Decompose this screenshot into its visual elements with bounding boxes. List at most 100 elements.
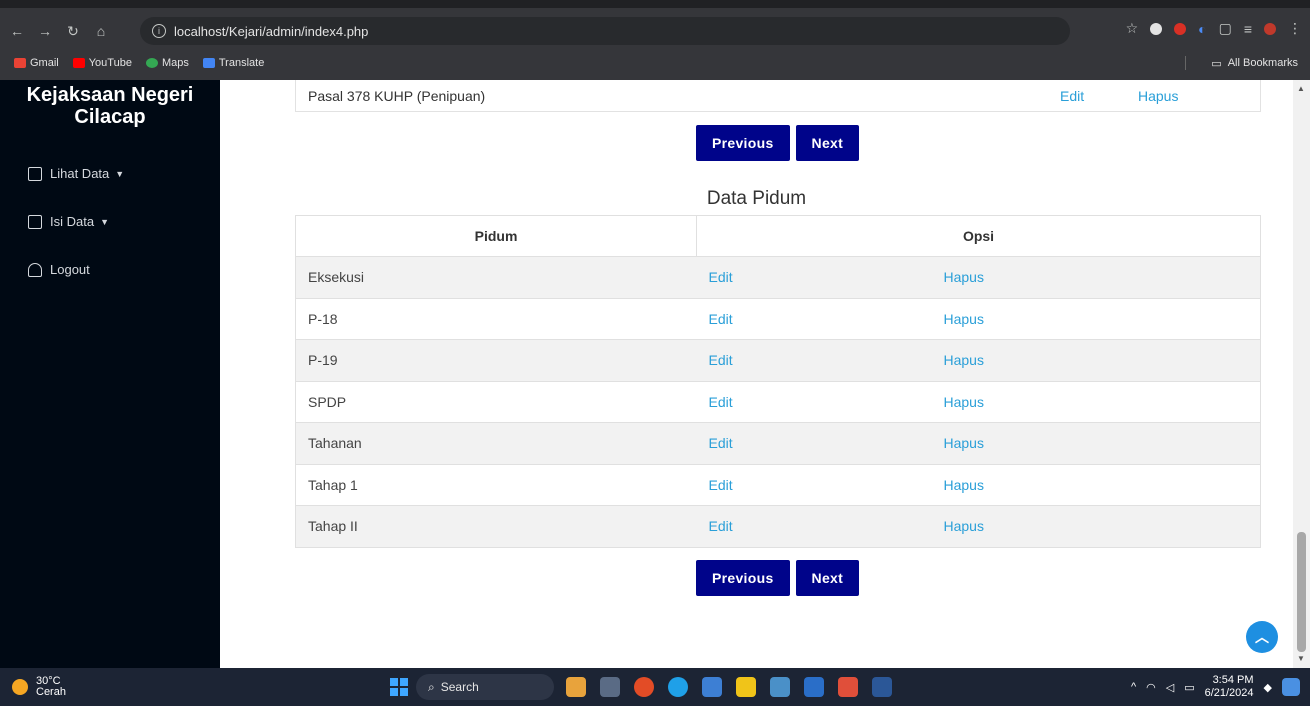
tab-strip bbox=[0, 0, 1310, 8]
pidum-table: Pidum Opsi Eksekusi Edit Hapus P-18 Edit… bbox=[295, 215, 1261, 548]
caret-down-icon: ▼ bbox=[100, 216, 109, 227]
scroll-down-icon[interactable]: ▼ bbox=[1297, 654, 1305, 663]
next-button[interactable]: Next bbox=[795, 125, 860, 161]
edit-link[interactable]: Edit bbox=[709, 394, 733, 410]
sidebar-item-lihat-data[interactable]: Lihat Data ▼ bbox=[28, 166, 124, 181]
main-content: Pasal 378 KUHP (Penipuan) Edit Hapus Pre… bbox=[220, 80, 1293, 668]
forward-icon[interactable]: → bbox=[34, 20, 56, 42]
user-icon bbox=[28, 262, 42, 277]
previous-button[interactable]: Previous bbox=[696, 125, 790, 161]
edit-link[interactable]: Edit bbox=[709, 269, 733, 285]
chevron-up-icon[interactable]: ^ bbox=[1131, 681, 1136, 693]
browser-chrome: ← → ↻ ⌂ i localhost/Kejari/admin/index4.… bbox=[0, 0, 1310, 80]
back-icon[interactable]: ← bbox=[6, 20, 28, 42]
edit-link[interactable]: Edit bbox=[1060, 88, 1084, 104]
delete-link[interactable]: Hapus bbox=[944, 352, 984, 368]
address-bar[interactable]: i localhost/Kejari/admin/index4.php bbox=[140, 17, 1070, 45]
menu-kebab-icon[interactable]: ⋮ bbox=[1288, 20, 1302, 37]
table-header-row: Pidum Opsi bbox=[295, 215, 1261, 257]
notification-bell-icon[interactable]: ◆ bbox=[1264, 681, 1272, 694]
extension-icon[interactable] bbox=[1174, 22, 1187, 35]
task-view-icon[interactable] bbox=[600, 677, 620, 697]
chevron-up-icon: ︿ bbox=[1255, 629, 1269, 645]
battery-icon[interactable]: ▭ bbox=[1184, 681, 1194, 694]
system-tray: ^ ◠ ◁ ▭ 3:54 PM 6/21/2024 ◆ bbox=[1131, 674, 1300, 700]
delete-link[interactable]: Hapus bbox=[1138, 88, 1178, 104]
extension-icon[interactable] bbox=[1150, 22, 1163, 35]
edit-link[interactable]: Edit bbox=[709, 352, 733, 368]
windows-start-icon[interactable] bbox=[390, 678, 408, 696]
delete-link[interactable]: Hapus bbox=[944, 269, 984, 285]
app-icon[interactable] bbox=[1282, 678, 1300, 696]
toolbar-actions: ☆ ◐ ▢ ≡ ⋮ bbox=[1126, 20, 1302, 37]
row-name: SPDP bbox=[295, 380, 697, 423]
taskbar-apps bbox=[566, 677, 892, 697]
file-explorer-icon[interactable] bbox=[736, 677, 756, 697]
previous-button[interactable]: Previous bbox=[696, 560, 790, 596]
url-text: localhost/Kejari/admin/index4.php bbox=[174, 23, 369, 39]
file-icon bbox=[28, 166, 42, 181]
windows-taskbar: 30°C Cerah ⌕ Search ^ ◠ ◁ ▭ 3:54 PM 6/21… bbox=[0, 668, 1310, 706]
wifi-icon[interactable]: ◠ bbox=[1146, 681, 1156, 694]
clock[interactable]: 3:54 PM 6/21/2024 bbox=[1205, 674, 1254, 700]
edit-link[interactable]: Edit bbox=[709, 311, 733, 327]
delete-link[interactable]: Hapus bbox=[944, 518, 984, 534]
xampp-icon[interactable] bbox=[838, 677, 858, 697]
sidebar-item-logout[interactable]: Logout bbox=[28, 262, 90, 277]
store-icon[interactable] bbox=[804, 677, 824, 697]
page-scrollbar[interactable]: ▲ ▼ bbox=[1293, 80, 1310, 668]
table-row: Tahap 1 Edit Hapus bbox=[295, 463, 1261, 506]
row-name: Eksekusi bbox=[295, 256, 697, 298]
all-bookmarks-button[interactable]: ▭ All Bookmarks bbox=[1211, 57, 1298, 70]
form-icon bbox=[28, 214, 42, 229]
bookmark-translate[interactable]: Translate bbox=[202, 57, 264, 69]
chrome-icon[interactable] bbox=[634, 677, 654, 697]
sun-icon bbox=[12, 679, 28, 695]
extensions-puzzle-icon[interactable]: ▢ bbox=[1219, 20, 1232, 37]
row-name: Tahap II bbox=[295, 505, 697, 548]
sidebar: Kejaksaan Negeri Cilacap Lihat Data ▼ Isi… bbox=[0, 80, 220, 668]
row-name: P-19 bbox=[295, 339, 697, 381]
site-info-icon[interactable]: i bbox=[152, 24, 166, 38]
bookmark-star-icon[interactable]: ☆ bbox=[1126, 20, 1139, 37]
edit-link[interactable]: Edit bbox=[709, 477, 733, 493]
table-row: Eksekusi Edit Hapus bbox=[295, 256, 1261, 298]
bookmark-youtube[interactable]: YouTube bbox=[72, 57, 132, 69]
translate-icon bbox=[202, 58, 215, 68]
edge-icon[interactable] bbox=[668, 677, 688, 697]
bookmark-maps[interactable]: Maps bbox=[145, 57, 189, 69]
brand-title: Kejaksaan Negeri Cilacap bbox=[26, 84, 194, 128]
scroll-thumb[interactable] bbox=[1297, 532, 1306, 652]
delete-link[interactable]: Hapus bbox=[944, 477, 984, 493]
reload-icon[interactable]: ↻ bbox=[62, 20, 84, 42]
home-icon[interactable]: ⌂ bbox=[90, 20, 112, 42]
edit-link[interactable]: Edit bbox=[709, 435, 733, 451]
app-icon[interactable] bbox=[770, 677, 790, 697]
column-header-pidum: Pidum bbox=[295, 215, 697, 257]
bookmark-gmail[interactable]: Gmail bbox=[14, 57, 59, 69]
taskbar-search[interactable]: ⌕ Search bbox=[416, 674, 554, 700]
delete-link[interactable]: Hapus bbox=[944, 311, 984, 327]
caret-down-icon: ▼ bbox=[115, 168, 125, 179]
table-row: Pasal 378 KUHP (Penipuan) Edit Hapus bbox=[295, 80, 1261, 112]
search-icon: ⌕ bbox=[428, 679, 435, 694]
extension-icon[interactable]: ◐ bbox=[1198, 21, 1206, 37]
maps-icon bbox=[145, 58, 158, 68]
youtube-icon bbox=[72, 58, 85, 68]
delete-link[interactable]: Hapus bbox=[944, 435, 984, 451]
weather-widget[interactable]: 30°C Cerah bbox=[12, 676, 66, 698]
next-button[interactable]: Next bbox=[795, 560, 860, 596]
reading-list-icon[interactable]: ≡ bbox=[1244, 21, 1252, 37]
folder-icon: ▭ bbox=[1211, 57, 1222, 70]
back-to-top-button[interactable]: ︿ bbox=[1246, 621, 1278, 653]
scroll-up-icon[interactable]: ▲ bbox=[1297, 84, 1305, 93]
app-icon[interactable] bbox=[702, 677, 722, 697]
app-icon[interactable] bbox=[566, 677, 586, 697]
delete-link[interactable]: Hapus bbox=[944, 394, 984, 410]
profile-avatar[interactable] bbox=[1264, 22, 1276, 35]
column-header-opsi: Opsi bbox=[696, 215, 1261, 257]
volume-icon[interactable]: ◁ bbox=[1166, 681, 1174, 694]
edit-link[interactable]: Edit bbox=[709, 518, 733, 534]
sidebar-item-isi-data[interactable]: Isi Data ▼ bbox=[28, 214, 109, 229]
word-icon[interactable] bbox=[872, 677, 892, 697]
